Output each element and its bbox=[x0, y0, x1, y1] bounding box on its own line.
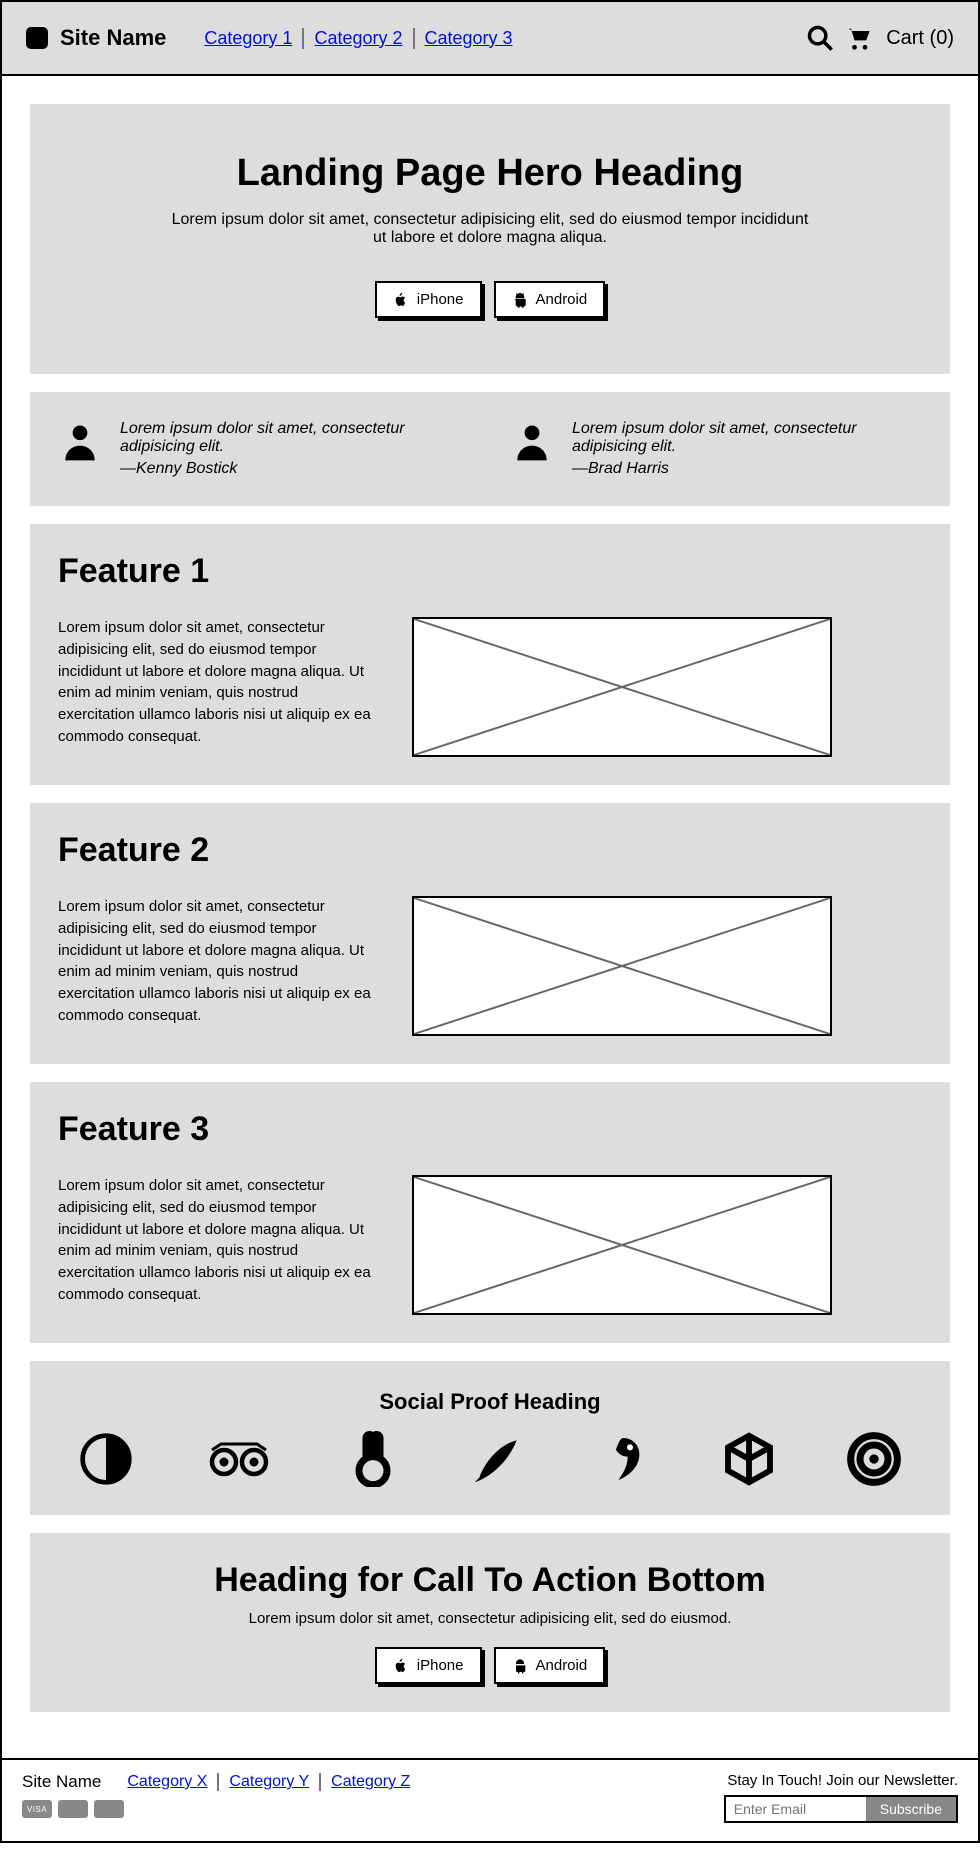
contrast-icon bbox=[78, 1431, 134, 1487]
testimonial-2: Lorem ipsum dolor sit amet, consectetur … bbox=[510, 420, 922, 478]
top-nav: Category 1 Category 2 Category 3 bbox=[194, 28, 522, 49]
brand-logos bbox=[58, 1431, 922, 1487]
cta-bottom-section: Heading for Call To Action Bottom Lorem … bbox=[30, 1533, 950, 1712]
testimonial-1-author: —Kenny Bostick bbox=[120, 460, 470, 478]
cta-heading: Heading for Call To Action Bottom bbox=[58, 1561, 922, 1600]
feature-1: Feature 1 Lorem ipsum dolor sit amet, co… bbox=[30, 524, 950, 785]
quill-icon bbox=[470, 1431, 526, 1487]
testimonial-2-author: —Brad Harris bbox=[572, 460, 922, 478]
cart-label[interactable]: Cart (0) bbox=[886, 27, 954, 50]
footer-link-1[interactable]: Category X bbox=[117, 1773, 219, 1791]
social-proof-heading: Social Proof Heading bbox=[58, 1389, 922, 1415]
iphone-button-label: iPhone bbox=[417, 1657, 464, 1674]
image-placeholder bbox=[412, 617, 832, 757]
footer: Site Name Category X Category Y Category… bbox=[2, 1758, 978, 1841]
email-input[interactable] bbox=[726, 1797, 866, 1821]
android-button[interactable]: Android bbox=[494, 1647, 606, 1684]
binocular-icon bbox=[203, 1431, 275, 1487]
footer-right: Stay In Touch! Join our Newsletter. Subs… bbox=[724, 1772, 958, 1823]
person-icon bbox=[510, 420, 554, 464]
feature-3-title: Feature 3 bbox=[58, 1110, 922, 1149]
bird-icon bbox=[595, 1431, 651, 1487]
footer-link-3[interactable]: Category Z bbox=[321, 1773, 420, 1791]
testimonial-2-text: Lorem ipsum dolor sit amet, consectetur … bbox=[572, 420, 857, 455]
nav-link-1[interactable]: Category 1 bbox=[194, 28, 304, 49]
subscribe-form: Subscribe bbox=[724, 1795, 958, 1823]
visa-icon: VISA bbox=[22, 1800, 52, 1818]
footer-link-2[interactable]: Category Y bbox=[219, 1773, 321, 1791]
logo-icon bbox=[26, 27, 48, 49]
peace-icon bbox=[345, 1431, 401, 1487]
hero-buttons: iPhone Android bbox=[58, 281, 922, 318]
site-name: Site Name bbox=[60, 25, 166, 51]
cta-buttons: iPhone Android bbox=[58, 1647, 922, 1684]
testimonial-1: Lorem ipsum dolor sit amet, consectetur … bbox=[58, 420, 470, 478]
mastercard-icon bbox=[58, 1800, 88, 1818]
iphone-button[interactable]: iPhone bbox=[375, 1647, 482, 1684]
nav-link-3[interactable]: Category 3 bbox=[415, 28, 523, 49]
header-right: Cart (0) bbox=[806, 24, 954, 52]
android-button-label: Android bbox=[536, 291, 588, 308]
image-placeholder bbox=[412, 896, 832, 1036]
hero-section: Landing Page Hero Heading Lorem ipsum do… bbox=[30, 104, 950, 374]
footer-left: Site Name Category X Category Y Category… bbox=[22, 1772, 420, 1818]
social-proof-section: Social Proof Heading bbox=[30, 1361, 950, 1515]
footer-site-name: Site Name bbox=[22, 1772, 101, 1792]
person-icon bbox=[58, 420, 102, 464]
image-placeholder bbox=[412, 1175, 832, 1315]
top-header: Site Name Category 1 Category 2 Category… bbox=[2, 2, 978, 76]
android-button[interactable]: Android bbox=[494, 281, 606, 318]
iphone-button[interactable]: iPhone bbox=[375, 281, 482, 318]
feature-1-body: Lorem ipsum dolor sit amet, consectetur … bbox=[58, 617, 378, 757]
android-icon bbox=[512, 1658, 528, 1674]
apple-icon bbox=[393, 292, 409, 308]
feature-3: Feature 3 Lorem ipsum dolor sit amet, co… bbox=[30, 1082, 950, 1343]
search-icon[interactable] bbox=[806, 24, 834, 52]
testimonials-section: Lorem ipsum dolor sit amet, consectetur … bbox=[30, 392, 950, 506]
feature-2: Feature 2 Lorem ipsum dolor sit amet, co… bbox=[30, 803, 950, 1064]
hero-subtext: Lorem ipsum dolor sit amet, consectetur … bbox=[170, 211, 810, 247]
iphone-button-label: iPhone bbox=[417, 291, 464, 308]
apple-icon bbox=[393, 1658, 409, 1674]
footer-nav: Category X Category Y Category Z bbox=[117, 1773, 420, 1791]
amex-icon bbox=[94, 1800, 124, 1818]
target-icon bbox=[846, 1431, 902, 1487]
subscribe-button[interactable]: Subscribe bbox=[866, 1797, 956, 1821]
cta-subtext: Lorem ipsum dolor sit amet, consectetur … bbox=[58, 1610, 922, 1627]
android-button-label: Android bbox=[536, 1657, 588, 1674]
nav-link-2[interactable]: Category 2 bbox=[304, 28, 414, 49]
feature-2-body: Lorem ipsum dolor sit amet, consectetur … bbox=[58, 896, 378, 1036]
android-icon bbox=[512, 292, 528, 308]
feature-2-title: Feature 2 bbox=[58, 831, 922, 870]
testimonial-1-text: Lorem ipsum dolor sit amet, consectetur … bbox=[120, 420, 405, 455]
cube-icon bbox=[721, 1431, 777, 1487]
newsletter-label: Stay In Touch! Join our Newsletter. bbox=[724, 1772, 958, 1789]
hero-heading: Landing Page Hero Heading bbox=[58, 152, 922, 195]
feature-1-title: Feature 1 bbox=[58, 552, 922, 591]
payment-icons: VISA bbox=[22, 1800, 420, 1818]
feature-3-body: Lorem ipsum dolor sit amet, consectetur … bbox=[58, 1175, 378, 1315]
cart-icon[interactable] bbox=[844, 24, 872, 52]
